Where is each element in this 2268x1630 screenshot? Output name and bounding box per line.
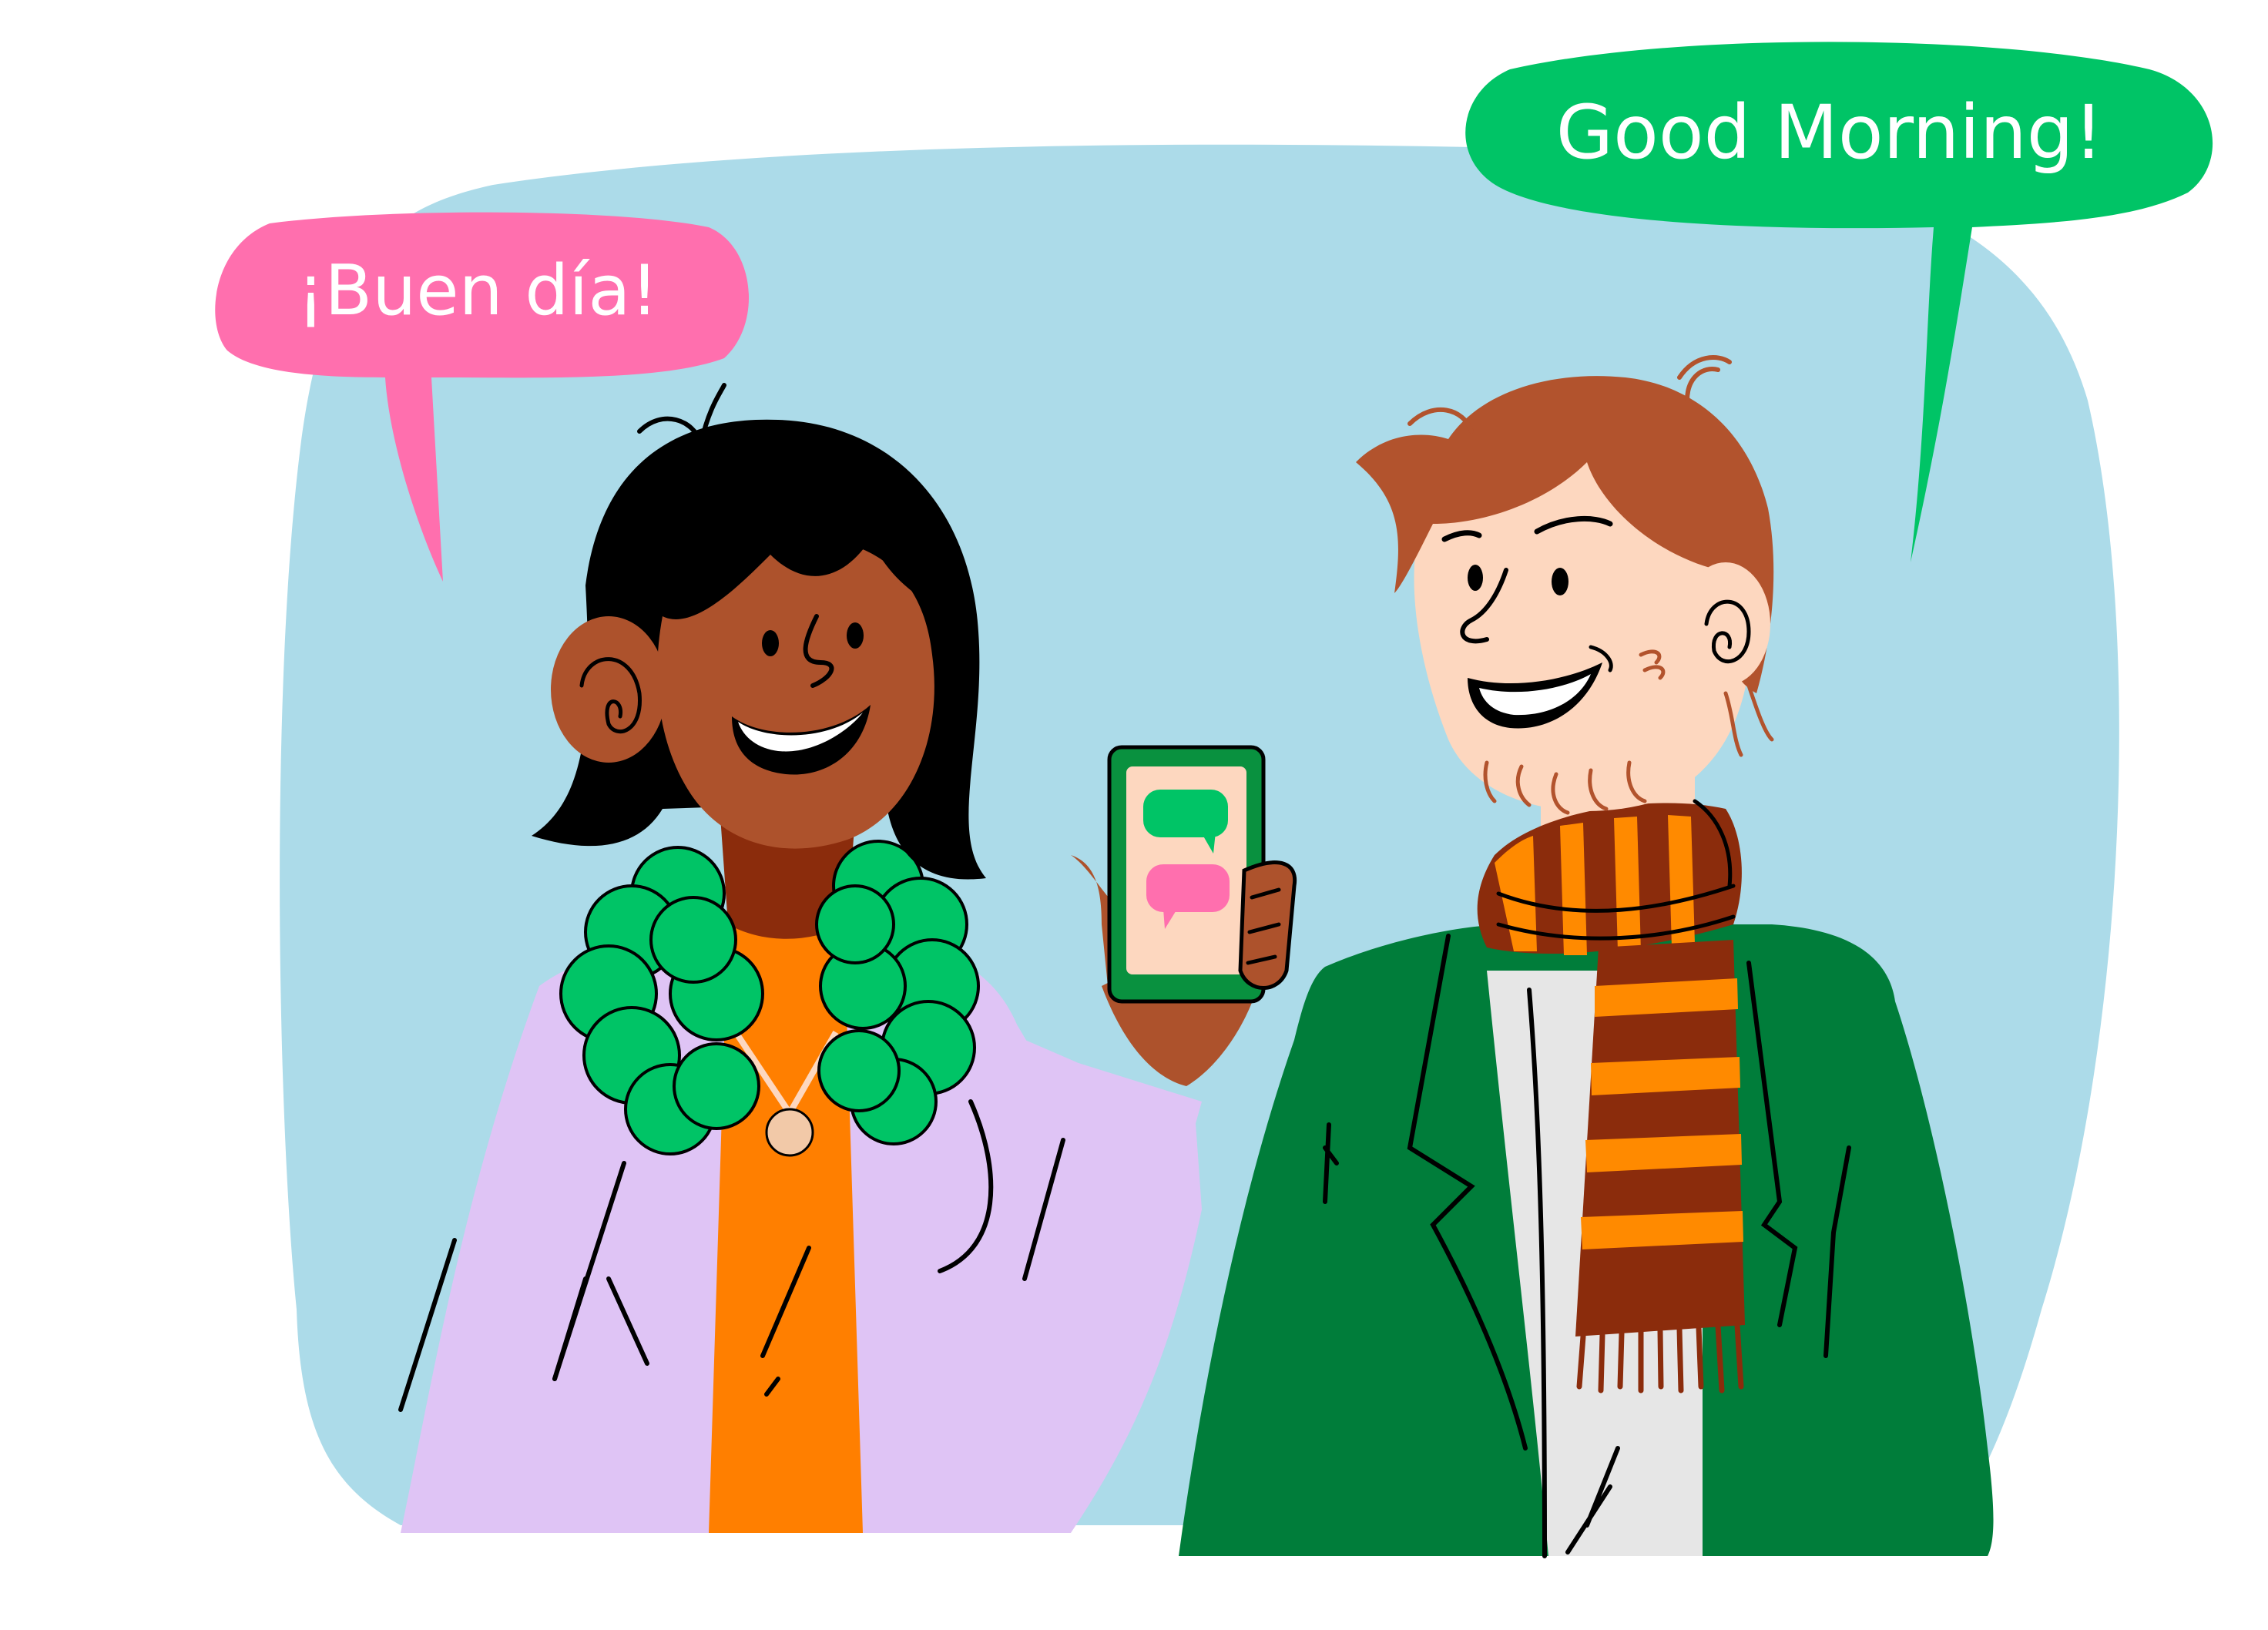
man-ear — [1681, 562, 1770, 686]
speech-bubble-right-text: Good Morning! — [1556, 89, 2103, 176]
woman-fingers — [1238, 860, 1297, 990]
man-eye-left — [1468, 565, 1483, 591]
illustration-scene: ¡Buen día! Good Morning! — [215, 42, 2213, 1558]
woman-eye-left — [762, 630, 779, 656]
woman-eye-right — [847, 622, 864, 649]
woman-ear — [551, 616, 666, 763]
woman-pendant — [765, 1108, 814, 1157]
man-eye-right — [1552, 568, 1568, 595]
speech-bubble-left-text: ¡Buen día! — [297, 250, 658, 331]
